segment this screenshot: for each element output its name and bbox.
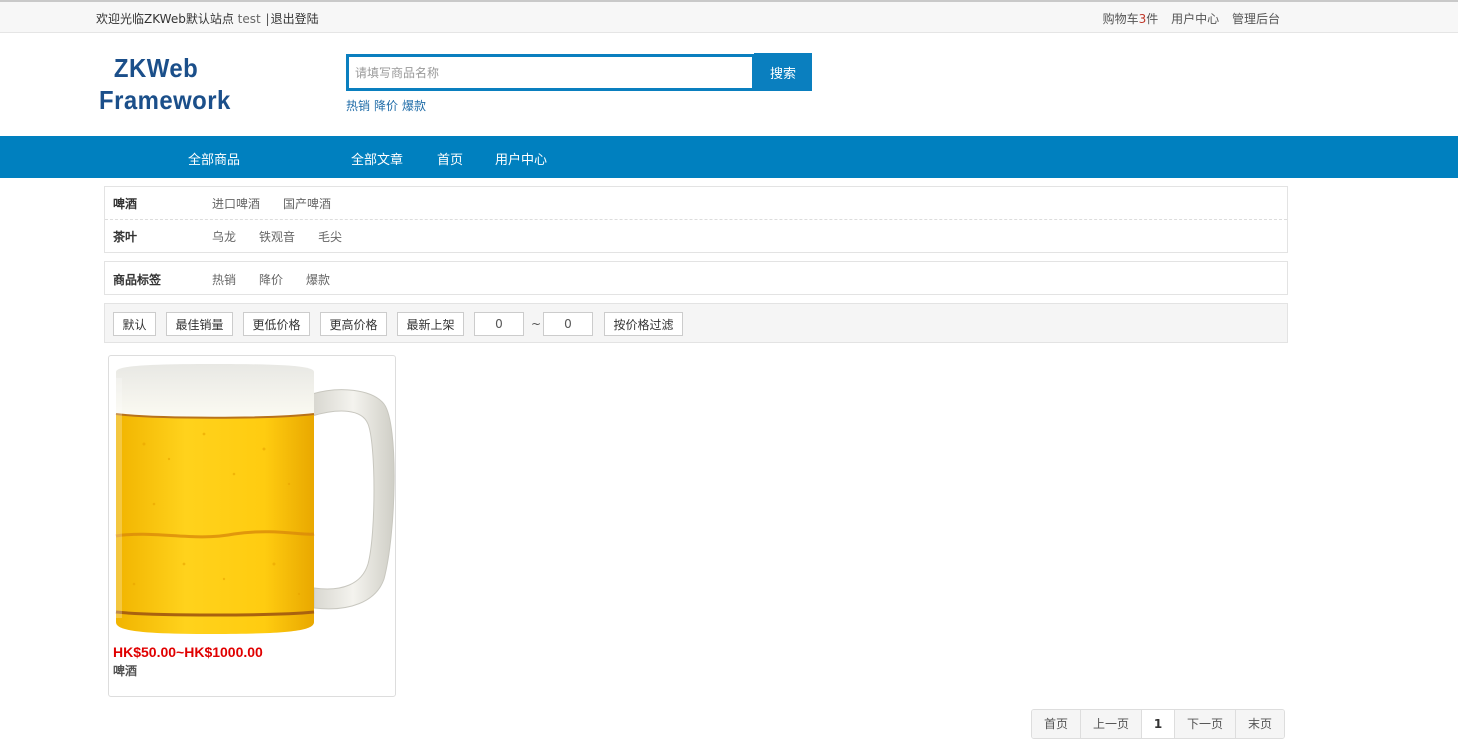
hot-tag-link[interactable]: 热销	[346, 99, 370, 113]
price-range-separator: ~	[531, 317, 542, 331]
category-option[interactable]: 进口啤酒	[212, 197, 260, 211]
category-option[interactable]: 毛尖	[318, 230, 342, 244]
product-image[interactable]	[114, 364, 396, 636]
price-min-input[interactable]	[474, 312, 524, 336]
nav-all-products[interactable]: 全部商品	[188, 149, 240, 168]
cart-suffix: 件	[1146, 12, 1159, 26]
top-bar: 欢迎光临ZKWeb默认站点 test |退出登陆 购物车3件 用户中心 管理后台	[0, 0, 1458, 33]
sort-bar: 默认 最佳销量 更低价格 更高价格 最新上架 ~ 按价格过滤	[104, 303, 1288, 343]
sort-best-sales-button[interactable]: 最佳销量	[166, 312, 233, 336]
nav-all-articles[interactable]: 全部文章	[351, 149, 403, 168]
pagination: 首页 上一页 1 下一页 末页	[1031, 709, 1285, 739]
tag-option[interactable]: 爆款	[306, 273, 330, 287]
page-first[interactable]: 首页	[1032, 710, 1080, 738]
page-prev[interactable]: 上一页	[1080, 710, 1141, 738]
price-filter-button[interactable]: 按价格过滤	[604, 312, 683, 336]
main-nav: 全部商品 全部文章 首页 用户中心	[0, 136, 1458, 178]
site-logo[interactable]: ZKWeb Framework	[99, 52, 231, 116]
category-filter: 啤酒 进口啤酒 国产啤酒 茶叶 乌龙 铁观音 毛尖	[104, 186, 1288, 253]
logout-link[interactable]: 退出登陆	[271, 12, 319, 26]
hot-tag-link[interactable]: 爆款	[402, 99, 426, 113]
page-next[interactable]: 下一页	[1174, 710, 1235, 738]
separator: |	[265, 12, 270, 26]
top-links: 购物车3件 用户中心 管理后台	[1094, 10, 1280, 27]
search-input[interactable]	[349, 57, 752, 88]
product-name[interactable]: 啤酒	[113, 662, 137, 679]
nav-home[interactable]: 首页	[437, 149, 463, 168]
user-center-link[interactable]: 用户中心	[1171, 12, 1219, 26]
product-price: HK$50.00~HK$1000.00	[113, 644, 263, 660]
category-name: 啤酒	[113, 197, 138, 211]
admin-link[interactable]: 管理后台	[1232, 12, 1280, 26]
welcome-area: 欢迎光临ZKWeb默认站点 test |退出登陆	[96, 10, 319, 27]
category-row: 茶叶 乌龙 铁观音 毛尖	[105, 220, 1287, 252]
tag-option[interactable]: 热销	[212, 273, 236, 287]
category-name: 茶叶	[113, 230, 138, 244]
logo-line-2: Framework	[99, 85, 231, 115]
hot-tag-link[interactable]: 降价	[374, 99, 398, 113]
product-card[interactable]: HK$50.00~HK$1000.00 啤酒	[108, 355, 396, 697]
category-row: 啤酒 进口啤酒 国产啤酒	[105, 187, 1287, 220]
sort-higher-price-button[interactable]: 更高价格	[320, 312, 387, 336]
sort-lower-price-button[interactable]: 更低价格	[243, 312, 310, 336]
tag-filter: 商品标签 热销 降价 爆款	[104, 261, 1288, 295]
page-current[interactable]: 1	[1141, 710, 1174, 738]
welcome-text: 欢迎光临ZKWeb默认站点	[96, 12, 234, 26]
sort-newest-button[interactable]: 最新上架	[397, 312, 464, 336]
price-max-input[interactable]	[543, 312, 593, 336]
username-link[interactable]: test	[238, 12, 261, 26]
nav-user-center[interactable]: 用户中心	[495, 149, 547, 168]
page-last[interactable]: 末页	[1235, 710, 1284, 738]
search-box	[346, 54, 755, 91]
hot-tags: 热销 降价 爆款	[346, 97, 430, 114]
cart-link[interactable]: 购物车3件	[1103, 12, 1159, 26]
tag-filter-label: 商品标签	[113, 273, 162, 287]
category-option[interactable]: 乌龙	[212, 230, 236, 244]
category-option[interactable]: 铁观音	[259, 230, 295, 244]
sort-default-button[interactable]: 默认	[113, 312, 156, 336]
tag-option[interactable]: 降价	[259, 273, 283, 287]
cart-label: 购物车	[1102, 12, 1139, 26]
search-button[interactable]: 搜索	[754, 53, 812, 91]
category-option[interactable]: 国产啤酒	[283, 197, 331, 211]
logo-line-1: ZKWeb	[113, 53, 199, 83]
